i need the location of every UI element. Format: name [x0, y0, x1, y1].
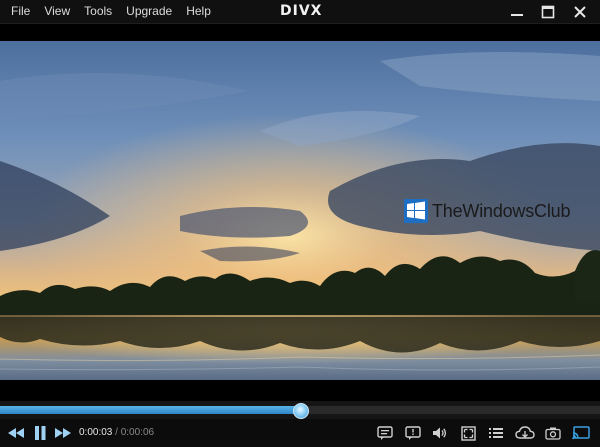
watermark-text: TheWindowsClub	[432, 200, 571, 221]
letterbox-top	[0, 24, 600, 41]
video-frame[interactable]: TheWindowsClub	[0, 41, 600, 380]
seek-bar[interactable]	[0, 401, 600, 419]
current-time: 0:00:03	[79, 427, 113, 438]
seek-progress-fill	[0, 406, 300, 414]
total-time: 0:00:06	[120, 427, 155, 438]
playlist-button[interactable]	[487, 423, 505, 443]
fullscreen-icon	[460, 425, 476, 441]
menu-bar: File View Tools Upgrade Help	[4, 0, 218, 23]
time-separator: /	[115, 427, 118, 438]
rewind-button[interactable]	[6, 423, 26, 443]
maximize-icon	[541, 5, 555, 18]
menu-upgrade[interactable]: Upgrade	[119, 0, 179, 23]
close-button[interactable]	[566, 0, 594, 23]
minimize-button[interactable]	[503, 0, 531, 23]
snapshot-button[interactable]	[544, 423, 562, 443]
fast-forward-icon	[55, 428, 71, 438]
menu-help[interactable]: Help	[179, 0, 218, 23]
cloud-icon	[515, 426, 535, 439]
fast-forward-button[interactable]	[53, 423, 73, 443]
subtitles-icon	[377, 426, 393, 440]
pause-button[interactable]	[31, 423, 49, 443]
close-icon	[574, 5, 586, 18]
playlist-icon	[489, 428, 503, 438]
pause-icon	[35, 426, 46, 440]
title-bar: File View Tools Upgrade Help DIVX	[0, 0, 600, 24]
audio-track-button[interactable]	[404, 423, 422, 443]
control-bar: 0:00:03 / 0:00:06	[0, 419, 600, 447]
menu-file[interactable]: File	[4, 0, 37, 23]
rewind-icon	[8, 428, 24, 438]
menu-tools[interactable]: Tools	[77, 0, 119, 23]
volume-icon	[433, 427, 447, 439]
fullscreen-button[interactable]	[459, 423, 477, 443]
cast-icon	[572, 426, 590, 440]
divx-logo: DIVX	[280, 3, 323, 19]
seek-handle[interactable]	[293, 403, 309, 419]
volume-button[interactable]	[431, 423, 449, 443]
watermark: TheWindowsClub	[404, 199, 570, 223]
maximize-button[interactable]	[534, 0, 562, 23]
audio-track-icon	[405, 426, 421, 440]
cast-button[interactable]	[571, 423, 591, 443]
subtitles-button[interactable]	[376, 423, 394, 443]
menu-view[interactable]: View	[37, 0, 77, 23]
windows-logo-icon	[404, 199, 428, 223]
time-display: 0:00:03 / 0:00:06	[79, 427, 154, 439]
cloud-button[interactable]	[514, 423, 536, 443]
minimize-icon	[511, 13, 523, 16]
snapshot-icon	[545, 427, 561, 440]
letterbox-bottom	[0, 380, 600, 400]
